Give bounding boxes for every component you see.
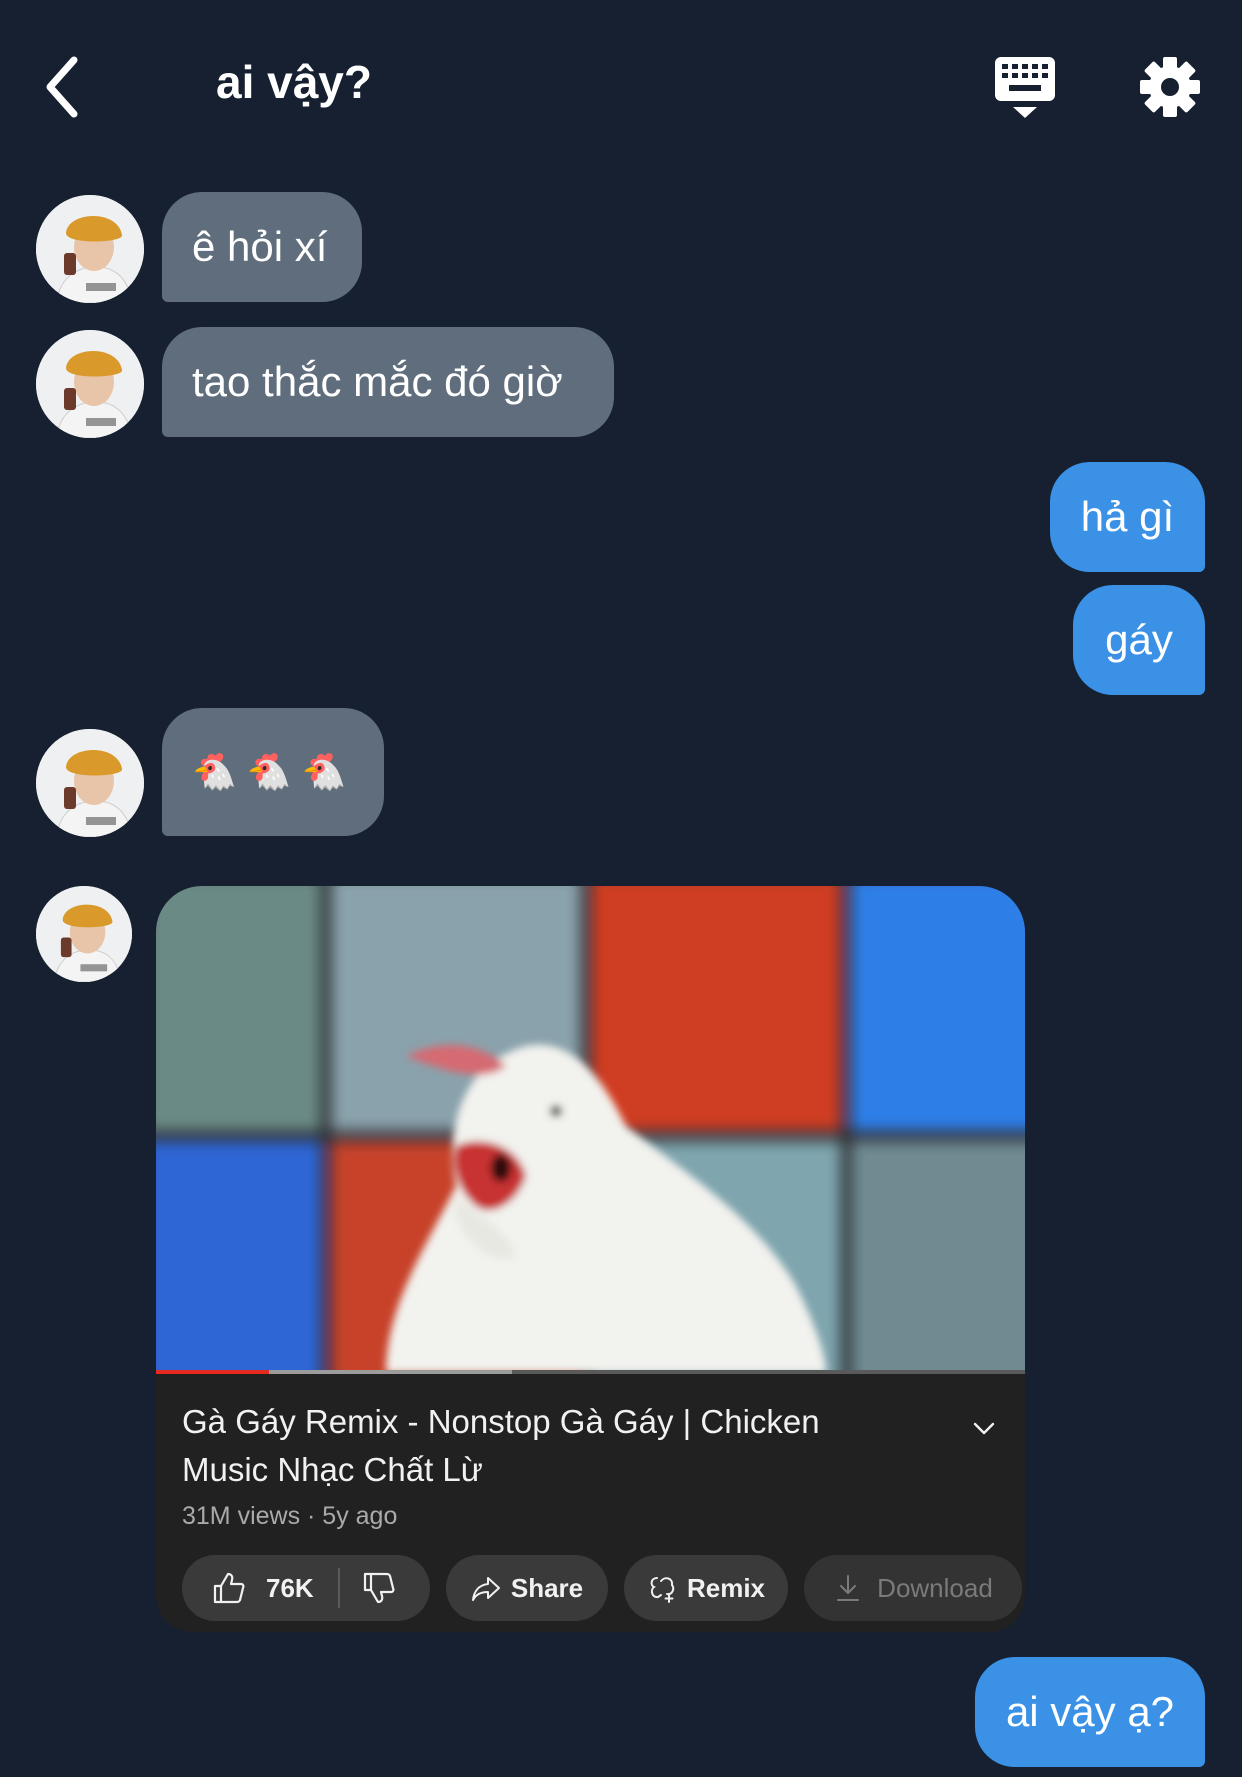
incoming-message[interactable]: ê hỏi xí: [162, 192, 362, 302]
settings-button[interactable]: [1138, 55, 1202, 119]
like-count: 76K: [266, 1572, 314, 1603]
chat-header: ai vậy?: [0, 0, 1242, 170]
dislike-button[interactable]: [362, 1571, 396, 1605]
incoming-message[interactable]: tao thắc mắc đó giờ: [162, 327, 614, 437]
avatar[interactable]: [36, 195, 144, 303]
avatar[interactable]: [36, 729, 144, 837]
thumbs-down-icon: [363, 1572, 395, 1604]
like-dislike-group: 76K: [182, 1555, 430, 1621]
chat-title: ai vậy?: [216, 56, 372, 108]
avatar[interactable]: [36, 330, 144, 438]
download-label: Download: [877, 1572, 993, 1603]
outgoing-message[interactable]: gáy: [1073, 585, 1205, 695]
chevron-down-icon: [973, 1422, 995, 1435]
video-progress-bar[interactable]: [156, 1370, 1025, 1374]
share-icon: [471, 1577, 500, 1601]
keyboard-button[interactable]: [993, 55, 1057, 119]
remix-icon: [650, 1577, 675, 1603]
keyboard-icon: [995, 57, 1055, 118]
back-button[interactable]: [40, 52, 90, 122]
gear-icon: [1140, 57, 1200, 117]
outgoing-message[interactable]: ai vậy ạ?: [975, 1657, 1205, 1767]
expand-description-button[interactable]: [966, 1410, 1002, 1446]
video-title[interactable]: Gà Gáy Remix - Nonstop Gà Gáy | Chicken …: [182, 1398, 882, 1494]
share-button[interactable]: Share: [446, 1555, 608, 1621]
video-card[interactable]: Gà Gáy Remix - Nonstop Gà Gáy | Chicken …: [156, 886, 1025, 1632]
like-button[interactable]: 76K: [212, 1571, 314, 1605]
video-progress-played: [156, 1370, 269, 1374]
video-meta: 31M views · 5y ago: [182, 1502, 398, 1530]
download-icon: [837, 1575, 860, 1601]
video-thumbnail[interactable]: [156, 886, 1025, 1373]
divider: [337, 1568, 340, 1608]
share-label: Share: [510, 1572, 584, 1603]
back-chevron-icon: [46, 56, 78, 118]
incoming-message[interactable]: 🐔 🐔 🐔: [162, 708, 384, 836]
avatar[interactable]: [36, 886, 132, 982]
download-button[interactable]: Download: [804, 1555, 1022, 1621]
thumbs-up-icon: [213, 1572, 245, 1604]
remix-button[interactable]: Remix: [624, 1555, 788, 1621]
remix-label: Remix: [686, 1572, 766, 1603]
outgoing-message[interactable]: hả gì: [1050, 462, 1205, 572]
